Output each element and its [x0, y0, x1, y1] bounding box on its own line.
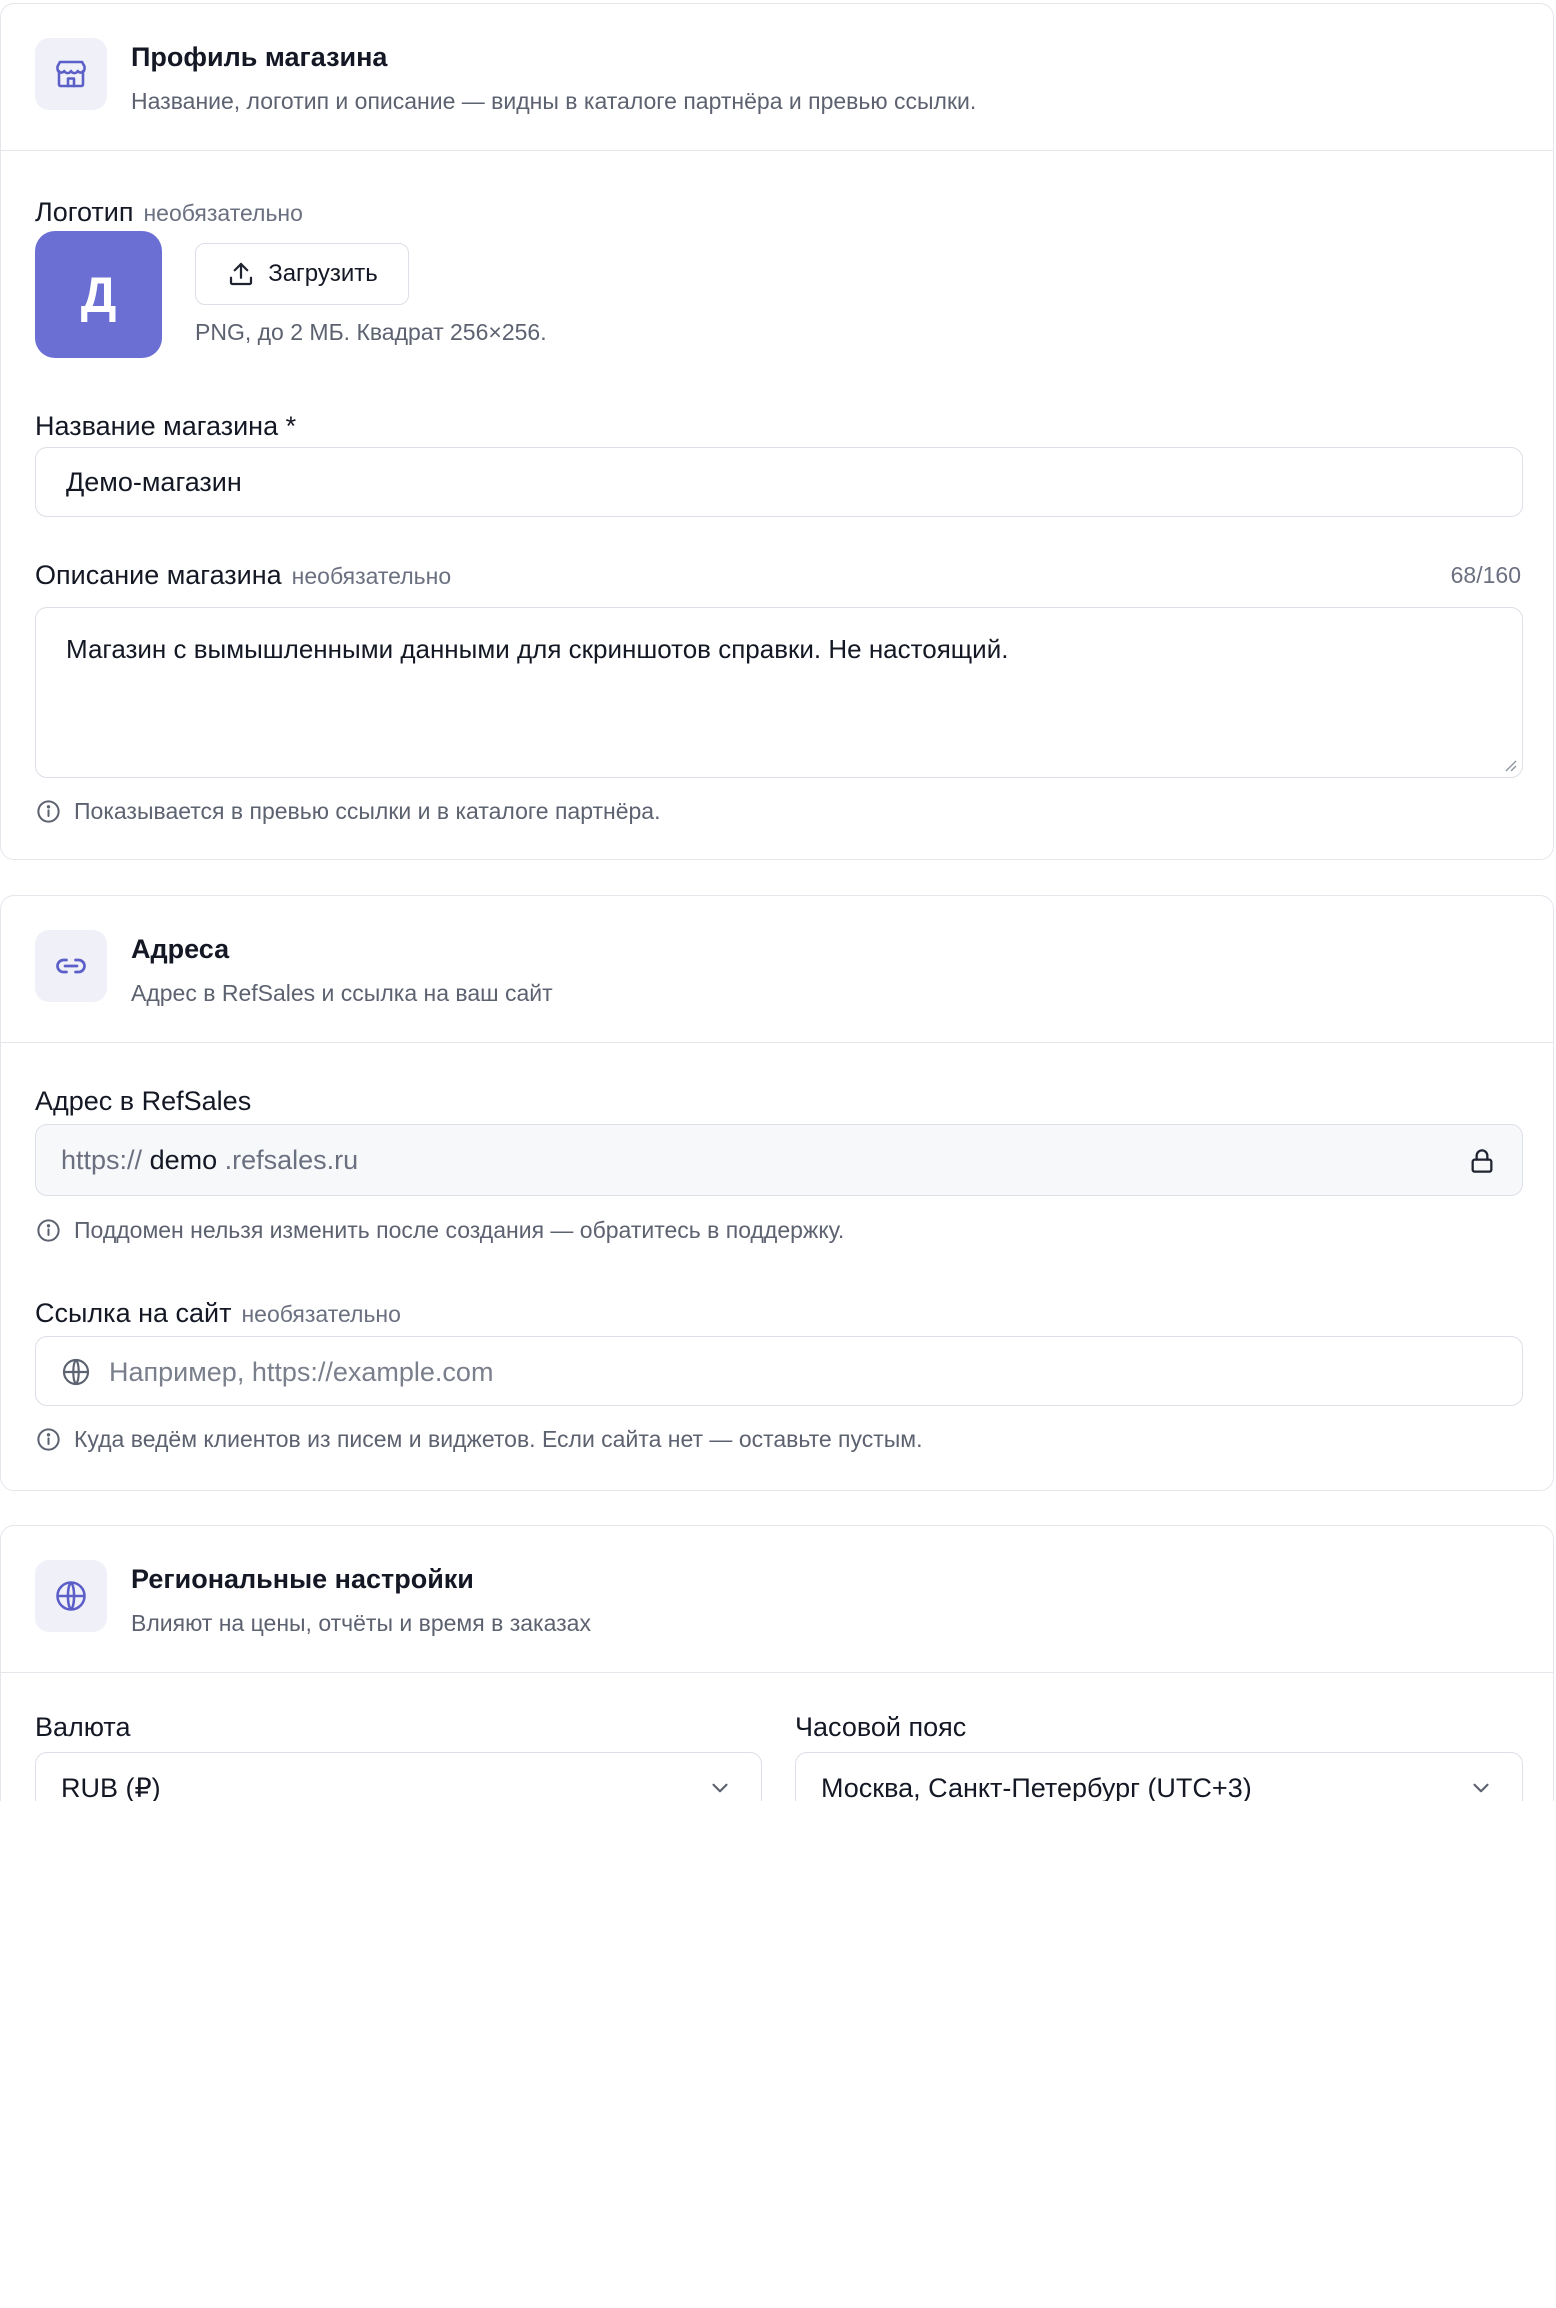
- logo-letter: Д: [80, 266, 117, 323]
- refsales-address-field: https:// demo .refsales.ru: [35, 1124, 1523, 1196]
- site-label: Ссылка на сайт: [35, 1298, 232, 1328]
- info-icon: [37, 1219, 60, 1242]
- store-icon: [35, 38, 107, 110]
- chevron-down-icon: [712, 1783, 728, 1793]
- link-icon: [35, 930, 107, 1002]
- logo-hint: PNG, до 2 МБ. Квадрат 256×256.: [195, 319, 547, 345]
- regional-header: Региональные настройки Влияют на цены, о…: [1, 1526, 1553, 1673]
- addresses-card: Адреса Адрес в RefSales и ссылка на ваш …: [0, 895, 1554, 1491]
- upload-icon: [230, 262, 253, 286]
- logo-label-row: Логотип необязательно: [35, 197, 303, 228]
- description-label-row: Описание магазина необязательно: [35, 560, 451, 591]
- section-subtitle: Адрес в RefSales и ссылка на ваш сайт: [131, 980, 553, 1006]
- name-label: Название магазина *: [35, 411, 297, 441]
- timezone-select[interactable]: Москва, Санкт-Петербург (UTC+3): [795, 1752, 1523, 1801]
- lock-icon: [1471, 1149, 1493, 1173]
- refsales-address-label: Адрес в RefSales: [35, 1086, 252, 1116]
- upload-button[interactable]: Загрузить: [195, 243, 409, 305]
- optional-tag: необязательно: [143, 200, 303, 226]
- settings-page: Профиль магазина Название, логотип и опи…: [0, 0, 1556, 1801]
- url-prefix: https://: [61, 1145, 143, 1175]
- site-label-row: Ссылка на сайт необязательно: [35, 1298, 401, 1329]
- currency-select[interactable]: RUB (₽): [35, 1752, 762, 1801]
- store-profile-header: Профиль магазина Название, логотип и опи…: [1, 4, 1553, 151]
- refsales-hint: Поддомен нельзя изменить после создания …: [35, 1217, 844, 1244]
- character-counter: 68/160: [1450, 562, 1521, 588]
- subdomain: demo: [149, 1145, 218, 1175]
- info-icon: [37, 1428, 60, 1451]
- logo-avatar: Д: [35, 231, 162, 358]
- upload-label: Загрузить: [268, 260, 378, 287]
- site-hint: Куда ведём клиентов из писем и виджетов.…: [35, 1426, 923, 1453]
- refsales-hint-text: Поддомен нельзя изменить после создания …: [74, 1217, 845, 1243]
- logo-label: Логотип: [35, 197, 134, 227]
- url-suffix: .refsales.ru: [224, 1145, 359, 1175]
- description-textarea[interactable]: Магазин с вымышленными данными для скрин…: [35, 607, 1523, 778]
- section-title: Адреса: [131, 934, 230, 964]
- store-name-input[interactable]: Демо-магазин: [35, 447, 1523, 517]
- globe-icon: [62, 1358, 90, 1386]
- section-title: Региональные настройки: [131, 1564, 474, 1594]
- resize-handle-icon[interactable]: [1502, 757, 1518, 773]
- store-name-value: Демо-магазин: [66, 467, 242, 497]
- chevron-down-icon: [1473, 1783, 1489, 1793]
- description-value: Магазин с вымышленными данными для скрин…: [66, 634, 1009, 664]
- section-title: Профиль магазина: [131, 42, 388, 72]
- refsales-address-value: https:// demo .refsales.ru: [61, 1145, 358, 1176]
- site-url-input[interactable]: Например, https://example.com: [35, 1336, 1523, 1406]
- store-profile-card: Профиль магазина Название, логотип и опи…: [0, 3, 1554, 860]
- section-subtitle: Влияют на цены, отчёты и время в заказах: [131, 1610, 591, 1636]
- site-url-placeholder: Например, https://example.com: [109, 1357, 494, 1387]
- regional-card: Региональные настройки Влияют на цены, о…: [0, 1525, 1554, 1801]
- description-label: Описание магазина: [35, 560, 282, 590]
- optional-tag: необязательно: [291, 563, 452, 589]
- description-hint-text: Показывается в превью ссылки и в каталог…: [74, 798, 661, 824]
- optional-tag: необязательно: [241, 1301, 401, 1327]
- site-hint-text: Куда ведём клиентов из писем и виджетов.…: [74, 1426, 923, 1452]
- timezone-value: Москва, Санкт-Петербург (UTC+3): [821, 1773, 1252, 1801]
- addresses-header: Адреса Адрес в RefSales и ссылка на ваш …: [1, 896, 1553, 1043]
- timezone-label: Часовой пояс: [795, 1712, 967, 1742]
- currency-label: Валюта: [35, 1712, 131, 1742]
- globe-icon: [35, 1560, 107, 1632]
- section-subtitle: Название, логотип и описание — видны в к…: [131, 88, 977, 114]
- description-hint: Показывается в превью ссылки и в каталог…: [35, 798, 660, 825]
- info-icon: [37, 800, 60, 823]
- currency-value: RUB (₽): [61, 1773, 161, 1801]
